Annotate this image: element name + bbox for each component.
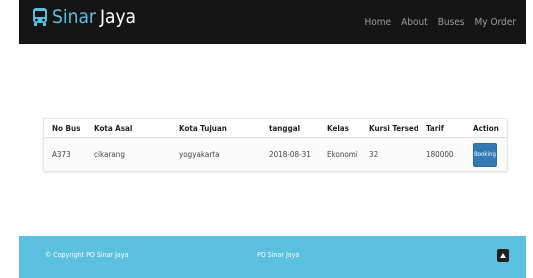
column-header-tanggal: tanggal — [261, 119, 319, 138]
bus-icon — [33, 8, 47, 26]
cell-kursi-tersedia: 32 — [361, 137, 418, 171]
column-header-kota-tujuan: Kota Tujuan — [171, 119, 261, 138]
navbar: Sinar Jaya Home About Buses My Order — [19, 0, 526, 44]
cell-action: Booking — [465, 137, 507, 171]
cell-tarif: 180000 — [418, 137, 465, 171]
table-header-row: No Bus Kota Asal Kota Tujuan tanggal Kel… — [44, 119, 507, 138]
nav-menu: Home About Buses My Order — [355, 0, 516, 44]
cell-no-bus: A373 — [44, 137, 86, 171]
footer: © Copyright PO Sinar Jaya PO Sinar Jaya — [19, 236, 526, 278]
nav-my-order[interactable]: My Order — [475, 17, 517, 28]
column-header-kursi-tersedia: Kursi Tersedia — [361, 119, 418, 138]
cell-kelas: Ekonomi — [319, 137, 361, 171]
column-header-no-bus: No Bus — [44, 119, 86, 138]
footer-copyright: © Copyright PO Sinar Jaya — [45, 251, 129, 259]
schedule-table-card: No Bus Kota Asal Kota Tujuan tanggal Kel… — [43, 118, 508, 172]
column-header-kota-asal: Kota Asal — [86, 119, 171, 138]
schedule-table: No Bus Kota Asal Kota Tujuan tanggal Kel… — [44, 119, 507, 171]
footer-company-name: PO Sinar Jaya — [257, 251, 300, 259]
cell-kota-asal: cikarang — [86, 137, 171, 171]
nav-home[interactable]: Home — [365, 17, 392, 28]
chevron-up-icon — [500, 253, 506, 258]
brand-name-first: Sinar — [52, 6, 96, 28]
back-to-top-button[interactable] — [497, 249, 509, 262]
cell-kota-tujuan: yogyakarta — [171, 137, 261, 171]
brand-name-second: Jaya — [99, 6, 137, 28]
nav-about[interactable]: About — [401, 17, 428, 28]
column-header-action: Action — [465, 119, 507, 138]
page: Sinar Jaya Home About Buses My Order No … — [0, 0, 533, 278]
column-header-kelas: Kelas — [319, 119, 361, 138]
cell-tanggal: 2018-08-31 — [261, 137, 319, 171]
column-header-tarif: Tarif — [418, 119, 465, 138]
brand-link[interactable]: Sinar Jaya — [32, 6, 136, 28]
booking-button[interactable]: Booking — [473, 142, 497, 167]
table-row: A373 cikarang yogyakarta 2018-08-31 Ekon… — [44, 137, 507, 171]
nav-buses[interactable]: Buses — [438, 17, 465, 28]
